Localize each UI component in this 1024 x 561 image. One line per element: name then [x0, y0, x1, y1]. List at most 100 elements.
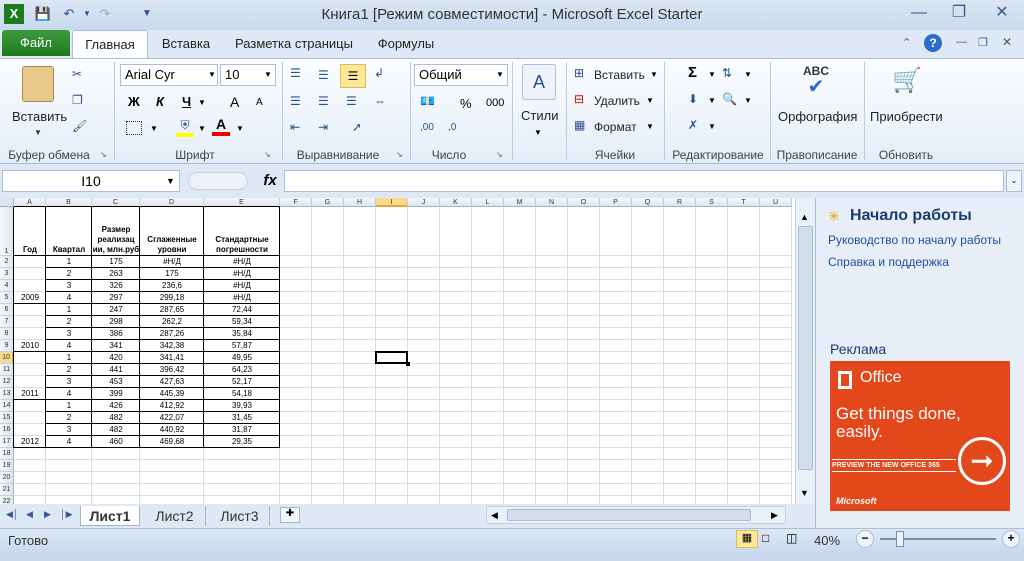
underline-button[interactable]: Ч [182, 94, 191, 109]
row-header[interactable]: 3 [0, 268, 14, 280]
cut-icon[interactable]: ✂ [72, 67, 82, 81]
sheet-tab-1[interactable]: Лист1 [80, 506, 140, 526]
align-top-icon[interactable]: ☰ [290, 66, 301, 80]
copy-icon[interactable]: ❐ [72, 93, 83, 107]
insert-sheet-icon[interactable]: ✚ [280, 507, 300, 523]
font-color-dropdown-icon[interactable]: ▼ [236, 124, 244, 133]
row-header[interactable]: 2 [0, 256, 14, 268]
prev-sheet-icon[interactable]: ◀ [26, 509, 33, 520]
borders-dropdown-icon[interactable]: ▼ [150, 124, 158, 133]
scroll-left-icon[interactable]: ◀ [491, 510, 498, 521]
column-header[interactable]: S [696, 198, 728, 207]
clear-icon[interactable]: ✗ [688, 118, 698, 132]
autosum-dropdown-icon[interactable]: ▼ [708, 70, 716, 79]
column-header[interactable]: K [440, 198, 472, 207]
number-format-select[interactable]: Общий [414, 64, 508, 86]
styles-button[interactable]: Стили [521, 108, 558, 123]
orientation-icon[interactable]: ➚ [352, 120, 362, 134]
column-header[interactable]: Q [632, 198, 664, 207]
align-left-icon[interactable]: ☰ [290, 94, 301, 108]
insert-function-button[interactable]: fx [258, 170, 282, 192]
autosum-icon[interactable]: Σ [688, 64, 697, 81]
insert-cells-icon[interactable]: ⊞ [574, 66, 584, 80]
row-header[interactable]: 19 [0, 460, 14, 472]
row-header[interactable]: 11 [0, 364, 14, 376]
vertical-scrollbar[interactable]: ▲ ▼ [795, 198, 815, 504]
borders-icon[interactable] [126, 121, 142, 135]
expand-formula-icon[interactable]: ⌄ [1006, 170, 1022, 192]
formula-input[interactable] [284, 170, 1004, 192]
clear-dropdown-icon[interactable]: ▼ [708, 122, 716, 131]
scroll-down-icon[interactable]: ▼ [800, 488, 809, 498]
fill-color-icon[interactable]: ⛨ [176, 118, 194, 137]
align-middle-icon[interactable]: ☰ [318, 68, 329, 82]
help-support-link[interactable]: Справка и поддержка [828, 255, 949, 269]
header-cell-errors[interactable]: Стандартные погрешности [204, 207, 280, 256]
font-launcher-icon[interactable]: ↘ [264, 150, 271, 159]
close-icon[interactable]: ✕ [984, 2, 1020, 24]
sort-filter-dropdown-icon[interactable]: ▼ [744, 70, 752, 79]
upgrade-button[interactable]: Приобрести [870, 109, 943, 124]
alignment-launcher-icon[interactable]: ↘ [396, 150, 403, 159]
arrow-right-icon[interactable]: ➞ [958, 437, 1006, 485]
format-cells-button[interactable]: Формат [594, 120, 637, 134]
column-header[interactable]: U [760, 198, 792, 207]
currency-icon[interactable]: 💶 [420, 94, 435, 108]
paste-icon[interactable] [22, 66, 54, 102]
spelling-icon[interactable]: ABC ✔ [796, 64, 836, 104]
number-launcher-icon[interactable]: ↘ [496, 150, 503, 159]
column-header[interactable]: N [536, 198, 568, 207]
fill-dropdown-icon[interactable]: ▼ [708, 96, 716, 105]
row-header[interactable]: 16 [0, 424, 14, 436]
ad-cta[interactable]: PREVIEW THE NEW OFFICE 365 [832, 459, 956, 472]
last-sheet-icon[interactable]: │▶ [60, 509, 73, 520]
increase-decimal-icon[interactable]: ,00 [420, 122, 434, 133]
zoom-slider-thumb[interactable] [896, 531, 904, 547]
column-header[interactable]: H [344, 198, 376, 207]
tab-home[interactable]: Главная [72, 30, 148, 58]
insert-cells-button[interactable]: Вставить [594, 68, 645, 82]
column-header[interactable]: R [664, 198, 696, 207]
delete-cells-dropdown-icon[interactable]: ▼ [646, 96, 654, 105]
shrink-font-button[interactable]: A [256, 97, 263, 108]
percent-button[interactable]: % [460, 96, 472, 111]
zoom-level[interactable]: 40% [814, 533, 840, 548]
column-header[interactable]: F [280, 198, 312, 207]
decrease-indent-icon[interactable]: ⇤ [290, 120, 300, 134]
find-select-dropdown-icon[interactable]: ▼ [744, 96, 752, 105]
paste-dropdown-icon[interactable]: ▼ [34, 128, 42, 137]
worksheet-grid[interactable]: A B C D E F G H I J K L M N O P Q R S T U 1 2 3 4 5 6 7 8 9 10 11 12 13 14… [0, 198, 795, 504]
thousands-button[interactable]: 000 [486, 97, 504, 109]
help-icon[interactable]: ? [924, 34, 942, 52]
clipboard-launcher-icon[interactable]: ↘ [100, 150, 107, 159]
row-header[interactable]: 8 [0, 328, 14, 340]
spelling-button[interactable]: Орфография [778, 109, 857, 124]
fill-handle[interactable] [406, 362, 410, 366]
row-header[interactable]: 6 [0, 304, 14, 316]
underline-dropdown-icon[interactable]: ▼ [198, 98, 206, 107]
number-format-dropdown-icon[interactable]: ▼ [496, 70, 504, 79]
sheet-tab-2[interactable]: Лист2 [144, 506, 206, 526]
row-header[interactable]: 13 [0, 388, 14, 400]
header-cell-year[interactable]: Год [14, 207, 46, 256]
row-header[interactable]: 22 [0, 496, 14, 504]
align-right-icon[interactable]: ☰ [346, 94, 357, 108]
paste-button[interactable]: Вставить [12, 109, 67, 124]
row-header[interactable]: 7 [0, 316, 14, 328]
merge-center-icon[interactable]: ⇔ [374, 94, 386, 108]
tab-file[interactable]: Файл [2, 30, 70, 56]
column-header[interactable]: O [568, 198, 600, 207]
column-header[interactable]: I [376, 198, 408, 207]
fill-color-dropdown-icon[interactable]: ▼ [198, 124, 206, 133]
select-all-corner[interactable] [0, 198, 14, 207]
row-header[interactable]: 20 [0, 472, 14, 484]
normal-view-icon[interactable]: ▦ [736, 530, 758, 548]
doc-restore-icon[interactable]: ❐ [978, 36, 988, 49]
font-color-icon[interactable]: A [212, 116, 230, 136]
scroll-up-icon[interactable]: ▲ [800, 212, 809, 222]
find-select-icon[interactable]: 🔍 [722, 92, 737, 106]
sort-filter-icon[interactable]: ⇅ [722, 66, 732, 80]
doc-close-icon[interactable]: ✕ [1002, 35, 1012, 49]
getting-started-link[interactable]: Руководство по началу работы [828, 233, 1001, 247]
column-header[interactable]: J [408, 198, 440, 207]
